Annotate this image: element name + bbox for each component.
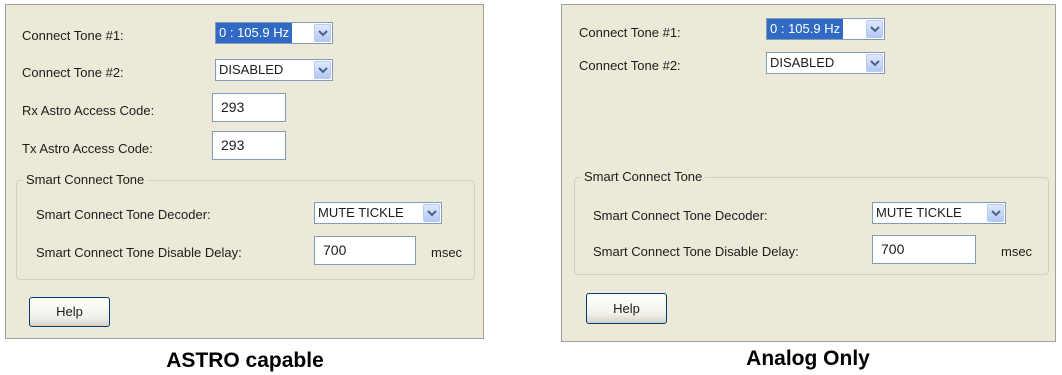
caption-analog-only: Analog Only: [746, 347, 870, 370]
disable-delay-unit: msec: [431, 245, 463, 260]
connect-tone-2-dropdown[interactable]: DISABLED: [766, 52, 885, 74]
settings-panel-analog: Connect Tone #1: 0 : 105.9 Hz Connect To…: [561, 4, 1056, 342]
connect-tone-2-dropdown[interactable]: DISABLED: [215, 59, 333, 81]
connect-tone-2-label: Connect Tone #2:: [579, 58, 681, 73]
chevron-down-icon[interactable]: [314, 24, 331, 42]
smart-connect-tone-group-title: Smart Connect Tone: [581, 169, 706, 184]
chevron-down-icon[interactable]: [866, 20, 883, 38]
chevron-down-icon[interactable]: [866, 54, 883, 72]
settings-panel-astro: Connect Tone #1: 0 : 105.9 Hz Connect To…: [5, 4, 484, 339]
chevron-down-icon[interactable]: [423, 204, 440, 222]
smart-connect-tone-group: Smart Connect Tone Smart Connect Tone De…: [16, 172, 475, 280]
connect-tone-2-label: Connect Tone #2:: [22, 65, 124, 80]
chevron-down-icon[interactable]: [314, 61, 331, 79]
rx-astro-access-code-input[interactable]: 293: [212, 93, 286, 122]
help-button[interactable]: Help: [586, 293, 667, 324]
caption-astro-capable: ASTRO capable: [166, 349, 324, 372]
rx-astro-access-code-label: Rx Astro Access Code:: [22, 103, 155, 118]
smart-connect-tone-disable-delay-input[interactable]: 700: [872, 235, 976, 264]
disable-delay-unit: msec: [1001, 244, 1033, 259]
help-button[interactable]: Help: [29, 297, 110, 327]
connect-tone-1-label: Connect Tone #1:: [22, 28, 124, 43]
connect-tone-2-value: DISABLED: [770, 55, 835, 70]
connect-tone-1-dropdown[interactable]: 0 : 105.9 Hz: [215, 22, 333, 44]
smart-connect-tone-disable-delay-label: Smart Connect Tone Disable Delay:: [36, 245, 242, 260]
smart-connect-tone-decoder-value: MUTE TICKLE: [318, 205, 404, 220]
connect-tone-1-dropdown[interactable]: 0 : 105.9 Hz: [766, 18, 885, 40]
smart-connect-tone-group-title: Smart Connect Tone: [23, 172, 148, 187]
smart-connect-tone-decoder-label: Smart Connect Tone Decoder:: [36, 207, 211, 222]
smart-connect-tone-decoder-label: Smart Connect Tone Decoder:: [593, 208, 768, 223]
smart-connect-tone-decoder-dropdown[interactable]: MUTE TICKLE: [314, 202, 442, 224]
tx-astro-access-code-input[interactable]: 293: [212, 131, 286, 160]
smart-connect-tone-disable-delay-input[interactable]: 700: [314, 236, 416, 265]
connect-tone-1-value: 0 : 105.9 Hz: [216, 23, 293, 43]
chevron-down-icon[interactable]: [987, 204, 1004, 222]
connect-tone-2-value: DISABLED: [219, 62, 284, 77]
smart-connect-tone-decoder-dropdown[interactable]: MUTE TICKLE: [872, 202, 1006, 224]
tx-astro-access-code-label: Tx Astro Access Code:: [22, 141, 153, 156]
smart-connect-tone-group: Smart Connect Tone Smart Connect Tone De…: [574, 169, 1049, 275]
connect-tone-1-label: Connect Tone #1:: [579, 25, 681, 40]
smart-connect-tone-disable-delay-label: Smart Connect Tone Disable Delay:: [593, 244, 799, 259]
smart-connect-tone-decoder-value: MUTE TICKLE: [876, 205, 962, 220]
connect-tone-1-value: 0 : 105.9 Hz: [767, 19, 844, 39]
